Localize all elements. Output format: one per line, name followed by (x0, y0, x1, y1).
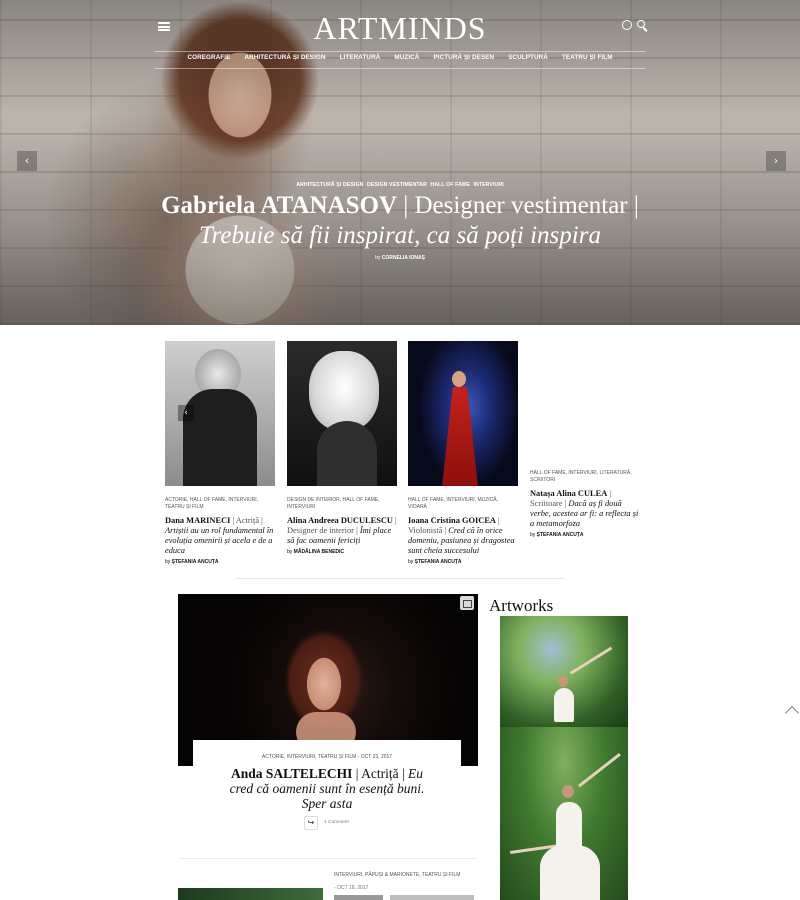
article-thumbnail[interactable] (287, 341, 397, 486)
hero-slider[interactable]: ARTMINDS Coregrafie Arhitectură și Desig… (0, 0, 800, 325)
next-post-date-text: Oct 18, 2017 (337, 885, 369, 891)
artwork-image[interactable] (500, 727, 628, 900)
globe-icon[interactable] (622, 20, 632, 30)
next-post-date: - Oct 18, 2017 (334, 885, 368, 891)
site-logo[interactable]: ARTMINDS (300, 10, 500, 47)
article-card[interactable]: Design de Interior, Hall of Fame, Interv… (287, 341, 397, 555)
article-title[interactable]: Alina Andreea DUCULESCU | Designer de in… (287, 516, 397, 546)
article-author-link[interactable]: Mădălina Benedic (294, 549, 344, 555)
hero-categories: Arhitectură și Design Design Vestimentar… (0, 182, 800, 188)
article-author-link[interactable]: Ștefania Ancuța (537, 532, 584, 538)
nav-item-muzica[interactable]: Muzică (394, 54, 419, 68)
artwork-figure-body (554, 688, 574, 722)
next-post-thumbnail[interactable] (178, 888, 323, 900)
article-byline: by Mădălina Benedic (287, 549, 397, 555)
article-author-link[interactable]: Ștefania Ancuța (415, 559, 462, 565)
featured-post-role[interactable]: | Actriță | (352, 766, 408, 781)
hero-title-name[interactable]: Gabriela ATANASOV (161, 192, 397, 219)
nav-item-sculptura[interactable]: Sculptură (508, 54, 548, 68)
article-title-quote[interactable]: Artiștii au un rol fundamental în evoluț… (165, 526, 273, 555)
section-divider (178, 858, 478, 859)
article-categories[interactable]: Hall of Fame, Interviuri, Literatură, Sc… (530, 470, 640, 484)
hero-byline: by Cornelia Ionaș (0, 255, 800, 261)
chevron-left-icon[interactable]: ‹ (17, 151, 37, 171)
hero-subtitle[interactable]: Trebuie să fii inspirat, ca să poți insp… (0, 221, 800, 251)
byline-prefix: by (408, 559, 414, 565)
byline-prefix: by (287, 549, 293, 555)
featured-post-meta: Actorie, Interviuri, Teatru și Film - Oc… (193, 754, 461, 760)
byline-prefix: by (530, 532, 536, 538)
share-icon[interactable]: ↪ (304, 816, 318, 830)
article-byline: by Ștefania Ancuța (408, 559, 518, 565)
featured-post-name[interactable]: Anda SALTELECHI (231, 766, 352, 781)
article-title-name[interactable]: Dana MARINECI (165, 516, 230, 525)
artwork-image[interactable] (500, 616, 628, 727)
article-title[interactable]: Ioana Cristina GOICEA | Violonistă | Cre… (408, 516, 518, 556)
featured-post-card: Actorie, Interviuri, Teatru și Film - Oc… (193, 740, 461, 840)
article-byline: by Ștefania Ancuța (165, 559, 275, 565)
nav-item-coregrafie[interactable]: Coregrafie (187, 54, 230, 68)
artworks-widget-title: Artworks (489, 596, 554, 615)
hero-category-link[interactable]: Hall of Fame (430, 182, 469, 188)
artwork-figure-arm (578, 752, 621, 788)
section-divider (235, 578, 565, 579)
article-title-role[interactable]: | Actriță | (230, 516, 262, 525)
hero-category-link[interactable]: Interviuri (473, 182, 503, 188)
hero-title-role[interactable]: | Designer vestimentar | (397, 192, 639, 219)
chevron-left-icon[interactable]: ‹ (178, 405, 194, 421)
hero-title[interactable]: Gabriela ATANASOV | Designer vestimentar… (0, 191, 800, 251)
nav-divider-top (155, 51, 645, 52)
artwork-figure-arm (570, 646, 613, 675)
article-title-name[interactable]: Alina Andreea DUCULESCU (287, 516, 393, 525)
featured-post-date: Oct 23, 2017 (360, 754, 393, 760)
next-post-title[interactable] (334, 895, 474, 900)
artwork-figure-body (556, 802, 582, 862)
article-title[interactable]: Dana MARINECI | Actriță | Artiștii au un… (165, 516, 275, 556)
article-title[interactable]: Natașa Alina CULEA | Scriitoare | Dacă a… (530, 489, 640, 529)
article-categories[interactable]: Design de Interior, Hall of Fame, Interv… (287, 497, 397, 511)
chevron-right-icon[interactable]: › (766, 151, 786, 171)
featured-post-categories[interactable]: Actorie, Interviuri, Teatru și Film (262, 754, 356, 760)
gallery-icon[interactable] (460, 596, 474, 610)
search-icon[interactable] (637, 20, 645, 28)
article-categories[interactable]: Hall of Fame, Interviuri, Muzică, Vioară (408, 497, 518, 511)
featured-post-title[interactable]: Anda SALTELECHI | Actriță | Eu cred că o… (193, 766, 461, 811)
article-card[interactable]: Hall of Fame, Interviuri, Muzică, Vioară… (408, 341, 518, 565)
byline-prefix: by (375, 255, 381, 261)
nav-item-arhitectura-design[interactable]: Arhitectură și Design (244, 54, 325, 68)
article-byline: by Ștefania Ancuța (530, 532, 640, 538)
chevron-up-icon[interactable] (784, 705, 800, 721)
hero-category-link[interactable]: Design Vestimentar (367, 182, 427, 188)
main-nav: Coregrafie Arhitectură și Design Literat… (155, 54, 645, 68)
artwork-figure-head (562, 785, 574, 798)
artwork-figure-head (558, 676, 568, 687)
article-card[interactable]: Hall of Fame, Interviuri, Literatură, Sc… (530, 459, 640, 538)
article-author-link[interactable]: Ștefania Ancuța (172, 559, 219, 565)
article-categories[interactable]: Actorie, Hall of Fame, Interviuri, Teatr… (165, 497, 275, 511)
nav-divider-bottom (155, 68, 645, 69)
article-thumbnail[interactable] (408, 341, 518, 486)
article-title-name[interactable]: Natașa Alina CULEA (530, 489, 607, 498)
byline-prefix: by (165, 559, 171, 565)
menu-icon[interactable] (158, 22, 170, 31)
hero-author-link[interactable]: Cornelia Ionaș (382, 255, 425, 261)
header: ARTMINDS (0, 0, 800, 52)
featured-interviews-carousel: Actorie, Hall of Fame, Interviuri, Teatr… (165, 341, 640, 565)
comments-count[interactable]: 1 Comment (324, 820, 349, 825)
nav-item-pictura-desen[interactable]: Pictură și Desen (433, 54, 494, 68)
nav-item-teatru-film[interactable]: Teatru și Film (562, 54, 613, 68)
article-title-name[interactable]: Ioana Cristina GOICEA (408, 516, 496, 525)
hero-category-link[interactable]: Arhitectură și Design (296, 182, 363, 188)
article-card[interactable]: Actorie, Hall of Fame, Interviuri, Teatr… (165, 341, 275, 565)
nav-item-literatura[interactable]: Literatură (340, 54, 381, 68)
next-post-categories[interactable]: Interviuri, Păpuși & Marionete, Teatru ș… (334, 872, 460, 878)
